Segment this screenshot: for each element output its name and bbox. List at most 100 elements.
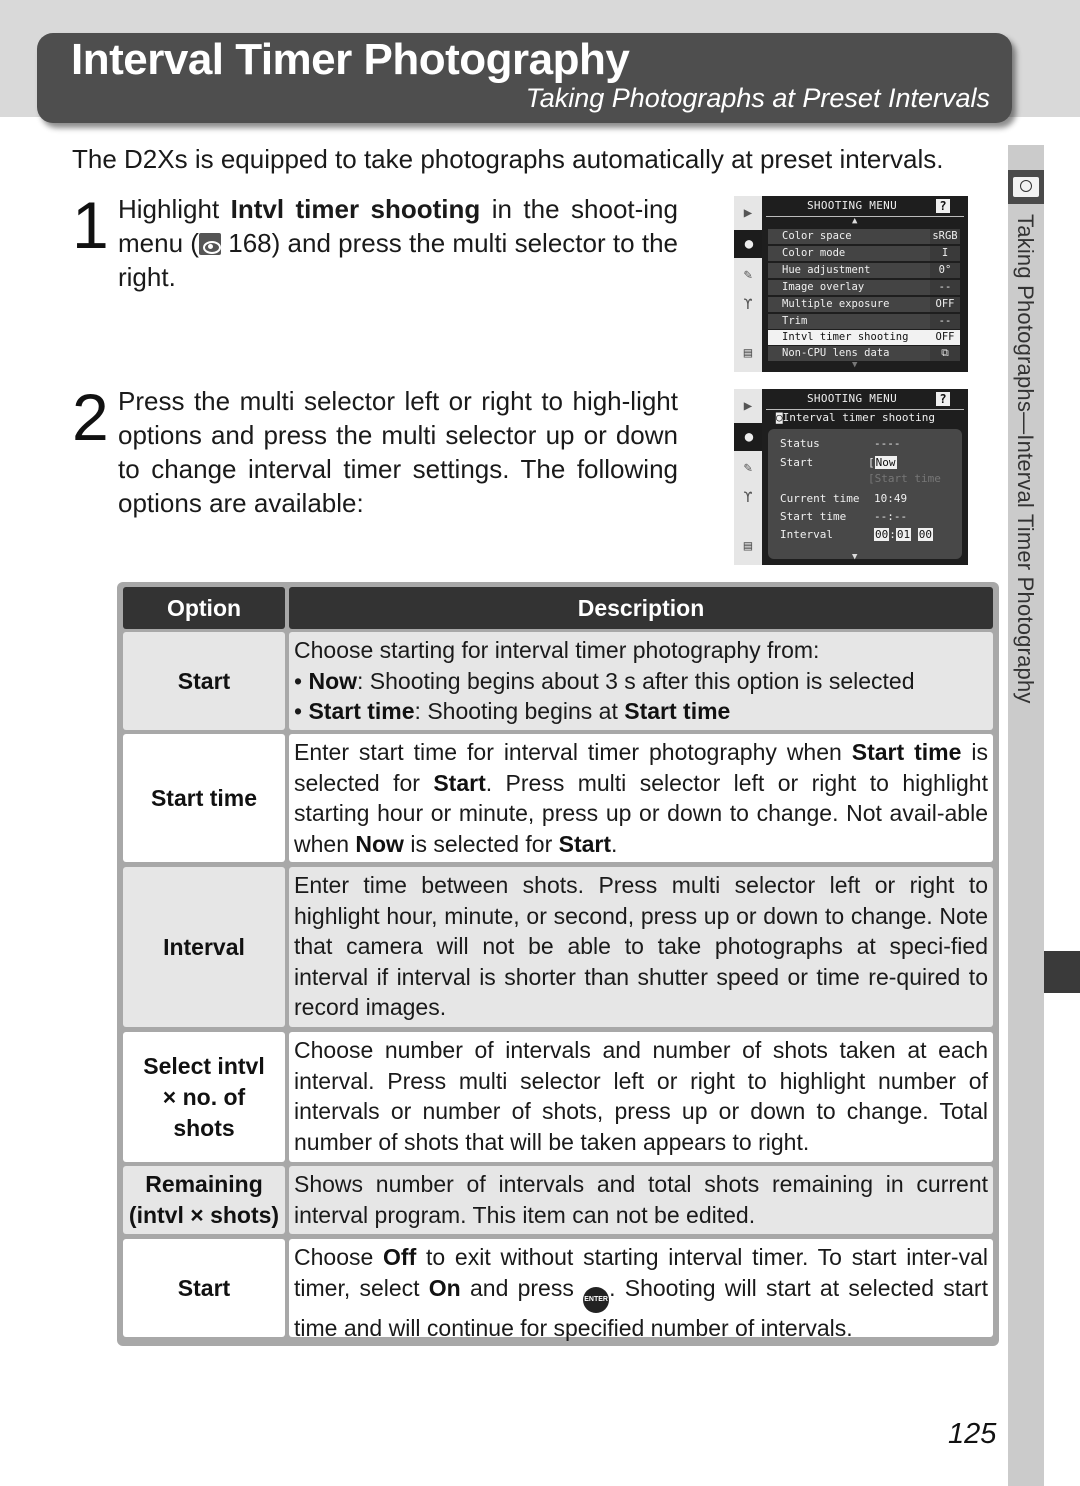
settings-panel: Status ---- Start [Now [Start time Curre… [768, 429, 962, 559]
playback-icon: ▶ [743, 205, 753, 221]
menu-row-value: sRGB [930, 229, 960, 244]
description-remaining: Shows number of intervals and total shot… [289, 1166, 993, 1234]
menu-row-value: 0° [930, 263, 960, 278]
bold-term: Off [383, 1244, 417, 1270]
chapter-thumb-mark [1044, 951, 1080, 993]
start-time-value: --:-- [874, 510, 908, 523]
menu-item-name: Intvl timer shooting [230, 194, 481, 224]
options-table: Option Description Start Choose starting… [117, 582, 999, 1346]
menu-row: Hue adjustment 0° [768, 263, 960, 278]
wrench-icon: ϒ [743, 297, 753, 313]
menu-row-label: Intvl timer shooting [782, 331, 909, 343]
bullet-start-time: • Start time: Shooting begins at Start t… [294, 698, 731, 724]
divider [766, 409, 964, 410]
step-text: Press the multi selector left or right t… [118, 386, 678, 518]
option-line: (intvl × shots) [128, 1202, 280, 1228]
bold-term: Now [355, 830, 404, 857]
menu-row: Non-CPU lens data ⧉ [768, 346, 960, 361]
menu-panel: SHOOTING MENU ? ▲ Color space sRGB Color … [762, 196, 968, 372]
menu-row: Multiple exposure OFF [768, 297, 960, 312]
menu-row: Color space sRGB [768, 229, 960, 244]
text: and press [460, 1274, 584, 1301]
interval-value: 00:01 00 [874, 528, 933, 541]
description-line: Choose starting for interval timer photo… [294, 637, 820, 663]
page-subtitle: Taking Photographs at Preset Intervals [525, 83, 990, 113]
bullet-text: : Shooting begins about 3 s after this o… [357, 667, 915, 694]
menu-row: Image overlay -- [768, 280, 960, 295]
scroll-down-icon: ▼ [852, 360, 858, 370]
status-label: Status [780, 437, 820, 450]
menu-row-label: Non-CPU lens data [782, 347, 890, 359]
submenu-title-text: Interval timer shooting [782, 411, 935, 424]
option-remaining: Remaining (intvl × shots) [123, 1166, 285, 1234]
submenu-title: ◙Interval timer shooting [776, 411, 935, 424]
step-number: 1 [72, 188, 109, 262]
recent-icon: ▤ [743, 538, 753, 554]
bullet-now: • Now: Shooting begins about 3 s after t… [294, 667, 915, 694]
option-interval: Interval [123, 867, 285, 1027]
interval-label: Interval [780, 528, 833, 541]
start-label: Start [780, 456, 814, 469]
step-1: 1 Highlight Intvl timer shooting in the … [72, 192, 682, 312]
step-text: Highlight Intvl timer shooting in the sh… [118, 192, 678, 294]
option-start-final: Start [123, 1239, 285, 1337]
menu-row-label: Color mode [782, 247, 846, 259]
camera-icon: ● [734, 230, 764, 258]
start-option-now-value: Now [874, 456, 897, 469]
menu-row-label: Multiple exposure [782, 298, 890, 310]
bold-term: Start [558, 830, 612, 857]
description-start-final: Choose Off to exit without starting inte… [289, 1239, 993, 1341]
interval-hours: 00 [874, 528, 890, 541]
bold-term: Start time [308, 698, 415, 724]
start-option-now: [Now [868, 456, 897, 469]
description-start: Choose starting for interval timer photo… [289, 632, 993, 730]
side-tab-label: Taking Photographs—Interval Timer Photog… [1013, 214, 1038, 704]
bold-term: Start time [624, 698, 731, 724]
option-line: Select intvl [143, 1052, 265, 1079]
option-line: Remaining [145, 1171, 263, 1197]
option-start-time: Start time [123, 734, 285, 862]
divider [766, 216, 964, 217]
description-select-intervals-shots: Choose number of intervals and number of… [289, 1032, 993, 1162]
camera-timer-icon [1008, 170, 1044, 204]
scroll-down-icon: ▼ [852, 552, 858, 562]
playback-icon: ▶ [743, 398, 753, 414]
bullet-text: : Shooting begins at [414, 698, 625, 724]
menu-row-label: Hue adjustment [782, 264, 871, 276]
step-text-part: Highlight [118, 194, 231, 224]
description-interval: Enter time between shots. Press multi se… [289, 867, 993, 1027]
camera-timer-icon: ◙ [776, 411, 783, 424]
intro-text: The D2Xs is equipped to take photographs… [72, 144, 944, 174]
title-banner: Interval Timer Photography Taking Photog… [37, 33, 1012, 123]
wrench-icon: ϒ [743, 490, 753, 506]
option-select-intervals-shots: Select intvl × no. of shots [123, 1032, 285, 1162]
pencil-icon: ✎ [743, 267, 753, 283]
help-icon: ? [936, 392, 950, 406]
menu-row-value: I [930, 246, 960, 261]
camera-icon: ● [734, 423, 764, 451]
text: Choose [294, 1244, 384, 1270]
menu-tabs: ▶ ● ✎ ϒ ▤ [734, 389, 764, 565]
header-description: Description [289, 587, 993, 629]
page-number: 125 [948, 1418, 997, 1450]
current-time-value: 10:49 [874, 492, 908, 505]
menu-row-selected: Intvl timer shooting OFF [768, 330, 960, 345]
header-option: Option [123, 587, 285, 629]
clock-shape [1020, 180, 1032, 192]
interval-seconds: 00 [917, 528, 933, 541]
status-value: ---- [874, 437, 901, 450]
camera-screen-shooting-menu: ▶ ● ✎ ϒ ▤ SHOOTING MENU ? ▲ Color space s… [734, 196, 968, 372]
menu-row: Color mode I [768, 246, 960, 261]
text: is selected for [403, 830, 559, 857]
camera-screen-interval-timer: ▶ ● ✎ ϒ ▤ SHOOTING MENU ? ◙Interval time… [734, 389, 968, 565]
start-time-label: Start time [780, 510, 847, 523]
scroll-up-icon: ▲ [852, 216, 858, 226]
current-time-label: Current time [780, 492, 860, 505]
step-number: 2 [72, 380, 109, 454]
step-2: 2 Press the multi selector left or right… [72, 384, 682, 524]
text: Enter start time for interval timer phot… [294, 739, 852, 765]
menu-row-label: Trim [782, 315, 808, 327]
menu-row-value: -- [930, 280, 960, 295]
option-start: Start [123, 632, 285, 730]
option-line: shots [173, 1114, 235, 1141]
